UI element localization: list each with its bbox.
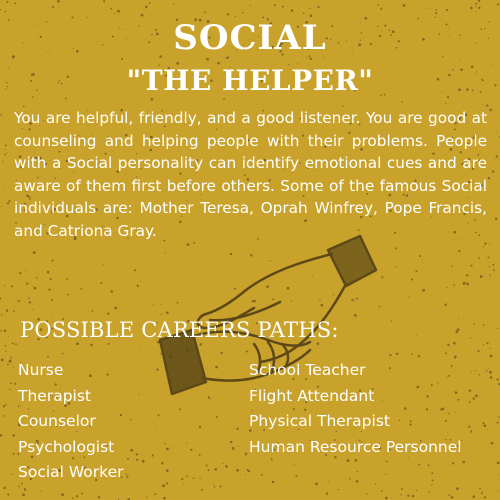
page-subtitle: "THE HELPER" xyxy=(126,64,374,97)
career-item: School Teacher xyxy=(249,361,366,379)
career-item: Nurse xyxy=(18,361,64,379)
career-item: Social Worker xyxy=(18,463,124,481)
career-item: Therapist xyxy=(18,386,91,405)
career-item: Flight Attendant xyxy=(249,386,375,405)
careers-heading: POSSIBLE CAREERS PATHS: xyxy=(20,318,339,342)
career-item: Psychologist xyxy=(18,437,115,456)
personality-description: You are helpful, friendly, and a good li… xyxy=(14,109,487,240)
career-item: Human Resource Personnel xyxy=(249,437,462,456)
career-item: Physical Therapist xyxy=(249,412,390,430)
careers-list-left: Nurse Therapist Counselor Psychologist S… xyxy=(18,358,124,486)
career-item: Counselor xyxy=(18,412,96,430)
careers-list-right: School Teacher Flight Attendant Physical… xyxy=(249,358,462,460)
page-title: SOCIAL xyxy=(173,18,327,58)
